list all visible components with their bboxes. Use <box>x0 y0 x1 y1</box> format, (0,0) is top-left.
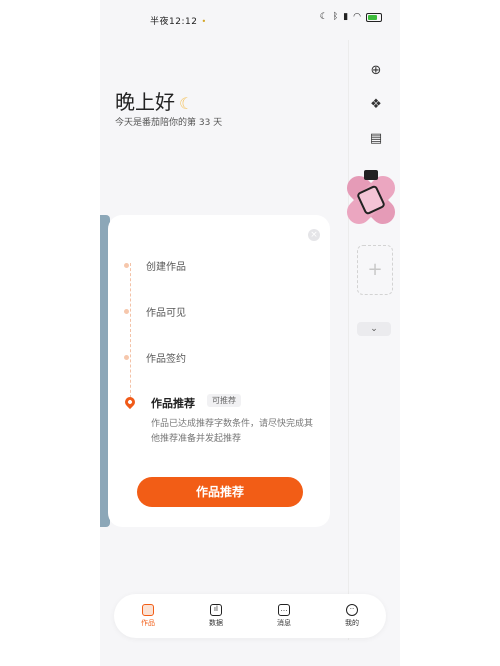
status-indicator: • <box>201 17 207 26</box>
step-create: 创建作品 <box>124 258 186 273</box>
status-icons: ☾ ᛒ ▮ ◠ <box>320 12 382 22</box>
recommend-badge: 可推荐 <box>207 394 241 407</box>
step-visible: 作品可见 <box>124 304 186 319</box>
signal-icon: ▮ <box>343 12 349 22</box>
add-work-slot[interactable]: + <box>357 245 393 295</box>
tab-profile[interactable]: ·· 我的 <box>332 604 372 628</box>
recommend-button[interactable]: 作品推荐 <box>137 477 303 507</box>
timeline-line <box>130 263 133 403</box>
calendar-icon[interactable]: ▤ <box>367 130 385 148</box>
step-recommend-title: 作品推荐 <box>151 397 195 410</box>
sidebar: ⊕ ❖ ▤ + ⌄ <box>348 40 400 640</box>
days-companion-text: 今天是番茄陪你的第 33 天 <box>115 118 223 128</box>
profile-icon: ·· <box>346 604 358 616</box>
bluetooth-icon: ᛒ <box>332 12 339 22</box>
step-signed: 作品签约 <box>124 350 186 365</box>
location-pin-icon <box>122 394 138 410</box>
status-time: 半夜12:12 • <box>150 17 207 27</box>
app-screen: 半夜12:12 • ☾ ᛒ ▮ ◠ 晚上好 ☾ 今天是番茄陪你的第 33 天 ⊕ ❖… <box>100 0 400 666</box>
battery-icon <box>366 12 382 22</box>
plus-circle-icon[interactable]: ⊕ <box>367 62 385 80</box>
chart-icon: ıl <box>210 604 222 616</box>
wifi-icon: ◠ <box>353 12 361 22</box>
bottom-tab-bar: 作品 ıl 数据 … 消息 ·· 我的 <box>114 594 386 638</box>
tab-data[interactable]: ıl 数据 <box>196 604 236 628</box>
progress-card: × 创建作品 作品可见 作品签约 作品推荐 可推荐 作品已达成推荐字数条件，请尽… <box>108 215 330 527</box>
close-icon[interactable]: × <box>308 229 320 241</box>
message-icon: … <box>278 604 290 616</box>
sticker-decoration <box>336 166 400 234</box>
tab-messages[interactable]: … 消息 <box>264 604 304 628</box>
greeting-title: 晚上好 ☾ <box>115 90 194 114</box>
works-icon <box>142 604 154 616</box>
tab-works[interactable]: 作品 <box>128 604 168 628</box>
moon-icon: ☾ <box>319 12 328 22</box>
chevron-down-icon[interactable]: ⌄ <box>357 322 391 336</box>
grid-icon[interactable]: ❖ <box>367 96 385 114</box>
recommend-description: 作品已达成推荐字数条件，请尽快完成其他推荐准备并发起推荐 <box>151 419 314 444</box>
status-bar: 半夜12:12 • ☾ ᛒ ▮ ◠ <box>100 0 400 40</box>
moon-cloud-icon: ☾ <box>179 94 194 113</box>
